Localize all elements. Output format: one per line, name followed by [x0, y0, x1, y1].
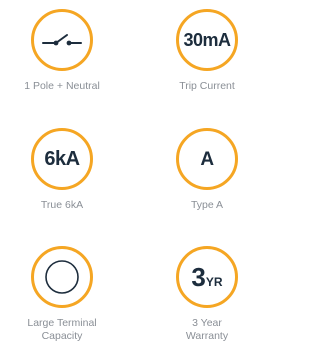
- breaking-capacity-value: 6kA: [44, 148, 80, 170]
- type-badge: A: [176, 128, 238, 190]
- caption-line: Capacity: [41, 330, 83, 342]
- feature-caption: 1 Pole + Neutral: [24, 80, 100, 92]
- warranty-value: 3YR: [191, 264, 222, 290]
- switch-icon: [42, 34, 82, 46]
- breaking-capacity-badge: 6kA: [31, 128, 93, 190]
- feature-caption: Large Terminal Capacity: [0, 317, 134, 343]
- trip-current-value: 30mA: [183, 30, 231, 50]
- trip-current-badge: 30mA: [176, 9, 238, 71]
- terminal-circle-icon: [45, 260, 79, 294]
- warranty-badge: 3YR: [176, 246, 238, 308]
- caption-line: Warranty: [185, 330, 229, 342]
- warranty-years: 3: [191, 262, 206, 292]
- feature-caption: True 6kA: [40, 199, 84, 211]
- feature-caption: Trip Current: [179, 80, 235, 92]
- caption-line: 3 Year: [192, 317, 222, 329]
- feature-caption: Type A: [190, 199, 224, 211]
- type-value: A: [200, 148, 214, 170]
- warranty-unit: YR: [205, 275, 223, 289]
- caption-line: Large Terminal: [27, 317, 97, 329]
- pole-neutral-badge: [31, 9, 93, 71]
- feature-caption: 3 Year Warranty: [135, 317, 279, 343]
- terminal-badge: [31, 246, 93, 308]
